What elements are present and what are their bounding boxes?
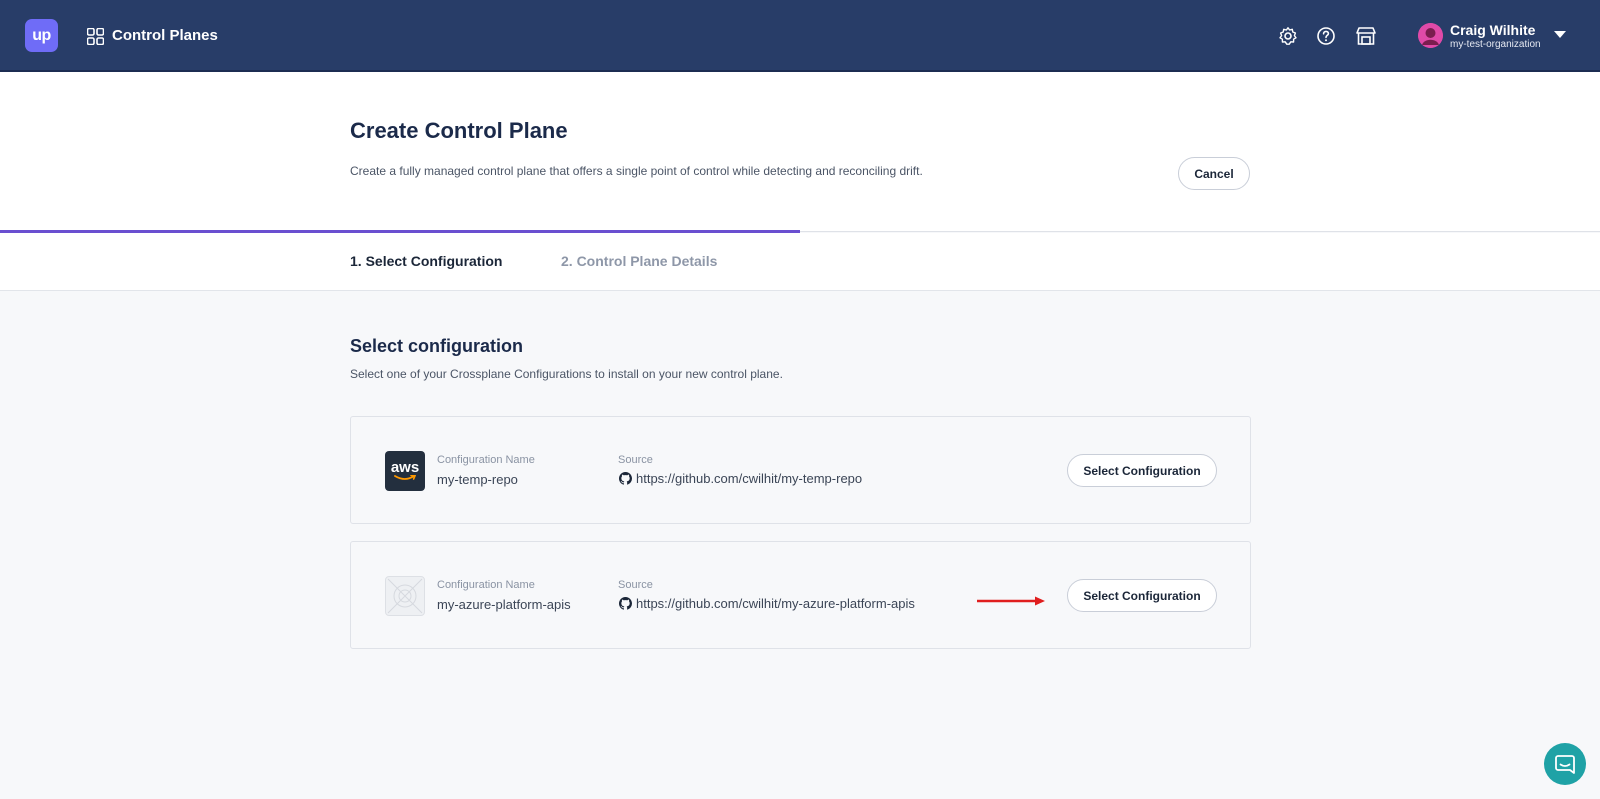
github-icon (619, 597, 632, 610)
section-description: Select one of your Crossplane Configurat… (350, 367, 783, 381)
select-configuration-button[interactable]: Select Configuration (1067, 579, 1217, 612)
chevron-down-icon[interactable] (1554, 31, 1566, 38)
configuration-name-label: Configuration Name (437, 579, 535, 591)
page-header: Create Control Plane Create a fully mana… (0, 72, 1600, 232)
nav-section-title[interactable]: Control Planes (112, 27, 218, 44)
configuration-name: my-temp-repo (437, 472, 518, 487)
page-title: Create Control Plane (350, 118, 568, 143)
step-control-plane-details: 2. Control Plane Details (561, 253, 718, 269)
source-label: Source (618, 579, 653, 591)
chat-support-button[interactable] (1544, 743, 1586, 785)
configuration-name: my-azure-platform-apis (437, 597, 571, 612)
source-url[interactable]: https://github.com/cwilhit/my-temp-repo (636, 471, 862, 486)
source-label: Source (618, 454, 653, 466)
wizard-steps: 1. Select Configuration 2. Control Plane… (0, 233, 1600, 291)
aws-icon-text: aws (390, 459, 420, 476)
annotation-arrow-icon (977, 596, 1045, 606)
avatar[interactable] (1418, 23, 1443, 48)
gear-icon[interactable] (1278, 26, 1298, 46)
page-description: Create a fully managed control plane tha… (350, 164, 923, 178)
grid-icon[interactable] (87, 28, 104, 45)
chat-icon (1555, 755, 1575, 774)
cancel-button[interactable]: Cancel (1178, 157, 1250, 190)
github-icon (619, 472, 632, 485)
marketplace-icon[interactable] (1355, 26, 1377, 46)
configuration-name-label: Configuration Name (437, 454, 535, 466)
step-select-configuration[interactable]: 1. Select Configuration (350, 253, 502, 269)
placeholder-icon (385, 576, 425, 616)
aws-icon: aws (385, 451, 425, 491)
section-title: Select configuration (350, 336, 524, 356)
help-icon[interactable] (1316, 26, 1336, 46)
configuration-card: aws Configuration Name my-temp-repo Sour… (350, 416, 1251, 524)
source-url[interactable]: https://github.com/cwilhit/my-azure-plat… (636, 596, 915, 611)
upbound-logo[interactable]: up (25, 19, 58, 52)
user-organization[interactable]: my-test-organization (1450, 39, 1541, 50)
configuration-card: Configuration Name my-azure-platform-api… (350, 541, 1251, 649)
select-configuration-button[interactable]: Select Configuration (1067, 454, 1217, 487)
top-nav-bar: up Control Planes Craig Wilhite my-test-… (0, 0, 1600, 72)
user-name[interactable]: Craig Wilhite (1450, 22, 1535, 38)
